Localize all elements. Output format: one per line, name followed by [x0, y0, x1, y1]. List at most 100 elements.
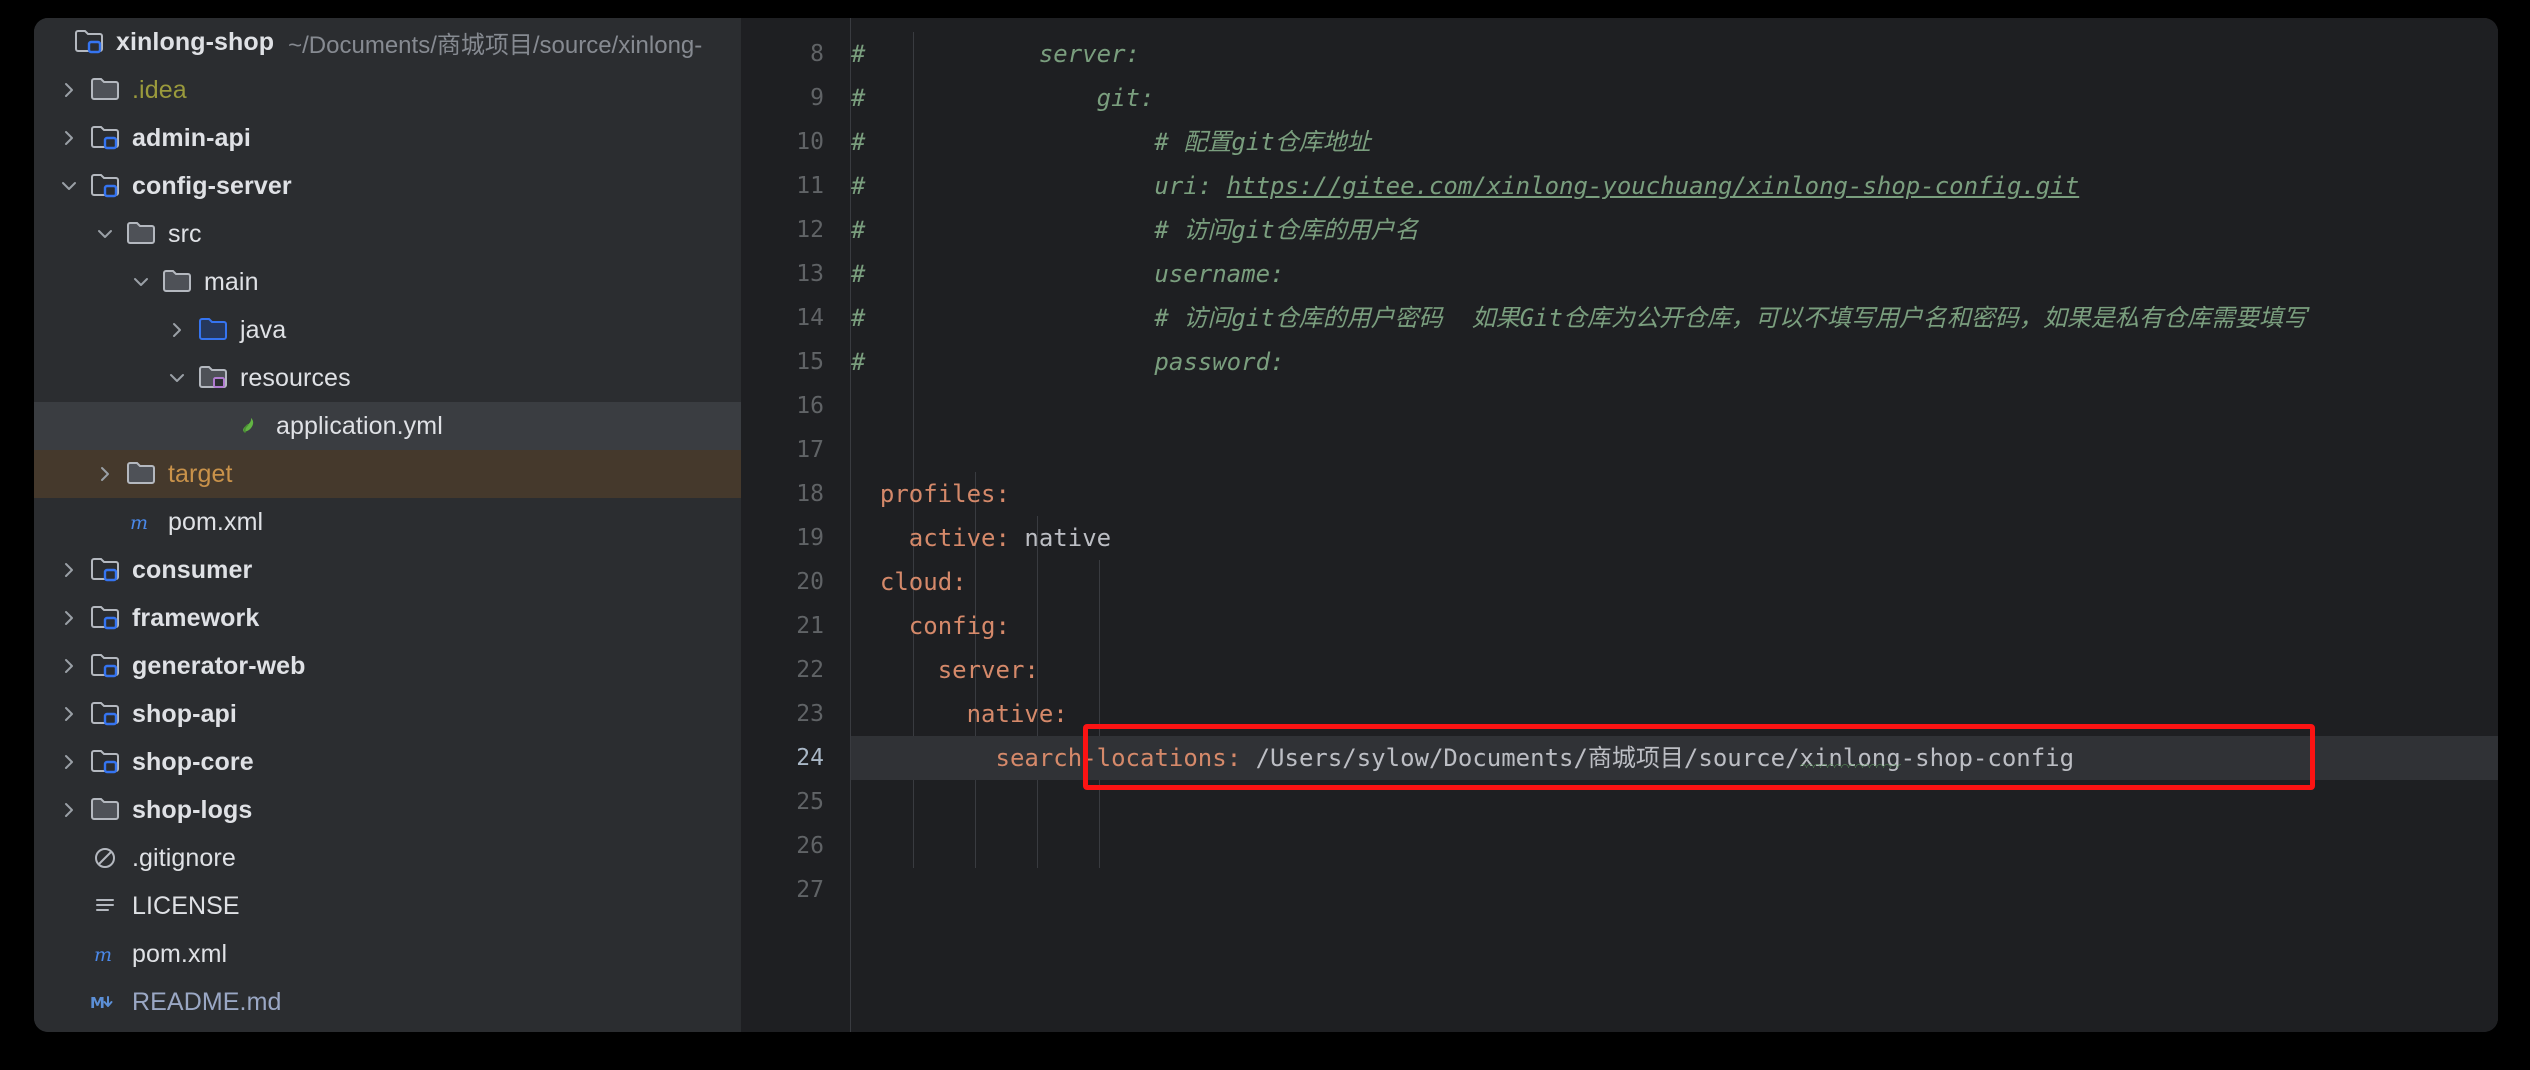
code-line-empty[interactable]: [851, 384, 2498, 428]
line-number[interactable]: 11: [741, 164, 850, 208]
line-number[interactable]: 16: [741, 384, 850, 428]
code-line[interactable]: # password:: [851, 340, 2498, 384]
git-repo-url-link[interactable]: https://gitee.com/xinlong-youchuang/xinl…: [1227, 172, 2080, 200]
module-folder-icon: [86, 749, 124, 775]
line-number[interactable]: 10: [741, 120, 850, 164]
line-number[interactable]: 18: [741, 472, 850, 516]
tree-item-resources[interactable]: resources: [34, 354, 741, 402]
line-number[interactable]: 15: [741, 340, 850, 384]
code-line[interactable]: cloud:: [851, 560, 2498, 604]
chevron-right-icon[interactable]: [52, 609, 86, 627]
code-editor[interactable]: 8 9 10 11 12 13 14 15 16 17 18 19 20 21 22 23 24 25 26 27 #…: [741, 18, 2498, 1032]
code-line[interactable]: # # 配置git仓库地址: [851, 120, 2498, 164]
text-file-icon: [86, 893, 124, 919]
tree-item-shop-logs[interactable]: shop-logs: [34, 786, 741, 834]
tree-item-generator-web[interactable]: generator-web: [34, 642, 741, 690]
code-line[interactable]: # # 访问git仓库的用户密码 如果Git仓库为公开仓库，可以不填写用户名和密…: [851, 296, 2498, 340]
code-line[interactable]: native:: [851, 692, 2498, 736]
yaml-key: server:: [937, 656, 1039, 684]
line-number[interactable]: 27: [741, 868, 850, 912]
chevron-down-icon[interactable]: [88, 225, 122, 243]
tree-item-label: README.md: [132, 987, 282, 1016]
chevron-right-icon[interactable]: [52, 801, 86, 819]
code-line-empty[interactable]: [851, 428, 2498, 472]
line-number[interactable]: 25: [741, 780, 850, 824]
code-line[interactable]: server:: [851, 648, 2498, 692]
code-line-empty[interactable]: [851, 868, 2498, 912]
tree-item-pom-xml[interactable]: m pom.xml: [34, 930, 741, 978]
code-line[interactable]: # username:: [851, 252, 2498, 296]
line-number[interactable]: 26: [741, 824, 850, 868]
tree-item-framework[interactable]: framework: [34, 594, 741, 642]
project-tree-panel[interactable]: xinlong-shop ~/Documents/商城项目/source/xin…: [34, 18, 741, 1032]
line-number[interactable]: 19: [741, 516, 850, 560]
tree-item-config-server[interactable]: config-server: [34, 162, 741, 210]
tree-item-java[interactable]: java: [34, 306, 741, 354]
line-number[interactable]: 20: [741, 560, 850, 604]
tree-item-shop-core[interactable]: shop-core: [34, 738, 741, 786]
chevron-down-icon[interactable]: [52, 177, 86, 195]
maven-file-icon: m: [86, 941, 124, 967]
module-folder-icon: [86, 557, 124, 583]
tree-item-application-yml[interactable]: application.yml: [34, 402, 741, 450]
line-number[interactable]: 24: [741, 736, 850, 780]
project-tree-list[interactable]: .idea admin-api config-server src main java re…: [34, 66, 741, 1026]
tree-item-idea[interactable]: .idea: [34, 66, 741, 114]
code-line-empty[interactable]: [851, 824, 2498, 868]
svg-text:m: m: [94, 944, 112, 966]
chevron-right-icon[interactable]: [52, 129, 86, 147]
code-line[interactable]: search-locations: /Users/sylow/Documents…: [851, 736, 2498, 780]
editor-code-area[interactable]: # server: # git: # # 配置git仓库地址 # uri: https…: [851, 18, 2498, 1032]
project-path: ~/Documents/商城项目/source/xinlong-: [288, 31, 703, 59]
tree-item-label: config-server: [132, 171, 292, 200]
chevron-right-icon[interactable]: [52, 561, 86, 579]
tree-item-pom-xml[interactable]: m pom.xml: [34, 498, 741, 546]
folder-icon: [122, 461, 160, 487]
code-line[interactable]: # uri: https://gitee.com/xinlong-youchua…: [851, 164, 2498, 208]
code-line-empty[interactable]: [851, 780, 2498, 824]
tree-item-src[interactable]: src: [34, 210, 741, 258]
chevron-right-icon[interactable]: [160, 321, 194, 339]
tree-item-shop-api[interactable]: shop-api: [34, 690, 741, 738]
code-line[interactable]: config:: [851, 604, 2498, 648]
source-folder-icon: [194, 317, 232, 343]
comment-token: # # 配置git仓库地址: [851, 128, 1371, 156]
code-line[interactable]: profiles:: [851, 472, 2498, 516]
line-number[interactable]: 21: [741, 604, 850, 648]
code-line[interactable]: # git:: [851, 76, 2498, 120]
line-number[interactable]: 12: [741, 208, 850, 252]
tree-item-label: shop-logs: [132, 795, 253, 824]
comment-token: # password:: [851, 348, 1285, 376]
code-line[interactable]: active: native: [851, 516, 2498, 560]
tree-item-license[interactable]: LICENSE: [34, 882, 741, 930]
tree-item-target[interactable]: target: [34, 450, 741, 498]
chevron-down-icon[interactable]: [160, 369, 194, 387]
project-tree-root[interactable]: xinlong-shop ~/Documents/商城项目/source/xin…: [34, 18, 741, 66]
line-number[interactable]: 13: [741, 252, 850, 296]
tree-item-label: admin-api: [132, 123, 251, 152]
chevron-right-icon[interactable]: [52, 81, 86, 99]
chevron-down-icon[interactable]: [124, 273, 158, 291]
tree-item-readme-md[interactable]: M README.md: [34, 978, 741, 1026]
tree-item-main[interactable]: main: [34, 258, 741, 306]
chevron-right-icon[interactable]: [52, 705, 86, 723]
line-number[interactable]: 22: [741, 648, 850, 692]
tree-item-gitignore[interactable]: .gitignore: [34, 834, 741, 882]
tree-item-consumer[interactable]: consumer: [34, 546, 741, 594]
svg-text:M: M: [90, 994, 105, 1012]
tree-item-admin-api[interactable]: admin-api: [34, 114, 741, 162]
code-line[interactable]: # # 访问git仓库的用户名: [851, 208, 2498, 252]
line-number[interactable]: 8: [741, 32, 850, 76]
line-number[interactable]: 17: [741, 428, 850, 472]
chevron-right-icon[interactable]: [88, 465, 122, 483]
editor-gutter[interactable]: 8 9 10 11 12 13 14 15 16 17 18 19 20 21 22 23 24 25 26 27: [741, 18, 851, 1032]
folder-icon: [86, 797, 124, 823]
line-number[interactable]: 9: [741, 76, 850, 120]
chevron-right-icon[interactable]: [52, 657, 86, 675]
chevron-right-icon[interactable]: [52, 753, 86, 771]
code-line[interactable]: # server:: [851, 32, 2498, 76]
line-number[interactable]: 23: [741, 692, 850, 736]
line-number[interactable]: 14: [741, 296, 850, 340]
